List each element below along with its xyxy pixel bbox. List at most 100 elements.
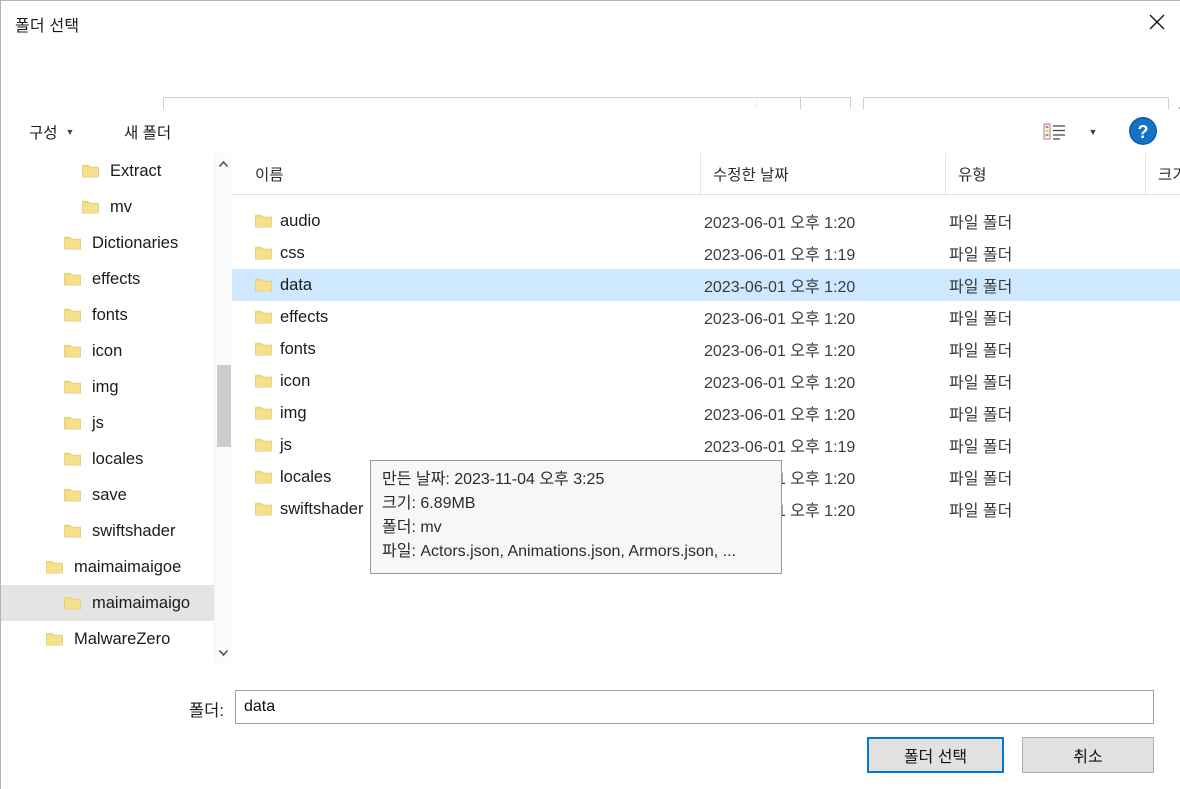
chevron-down-icon: ▼: [1088, 127, 1098, 137]
tree-item-label: MalwareZero: [74, 629, 171, 648]
tree-item-icon[interactable]: icon: [1, 333, 214, 369]
page-title: 폴더 선택: [15, 18, 80, 35]
table-row[interactable]: img 2023-06-01 오후 1:20 파일 폴더: [232, 397, 1180, 429]
command-toolbar: 구성 ▼ 새 폴더 ▼ ?: [1, 109, 1180, 153]
row-name: data: [280, 275, 313, 294]
tree-item-swiftshader[interactable]: swiftshader: [1, 513, 214, 549]
tree-item-fonts[interactable]: fonts: [1, 297, 214, 333]
tree-item-extract[interactable]: Extract: [1, 153, 214, 189]
tree-item-maimaimaigo[interactable]: maimaimaigo: [1, 585, 214, 621]
tree-item-dictionaries[interactable]: Dictionaries: [1, 225, 214, 261]
tree-item-effects[interactable]: effects: [1, 261, 214, 297]
row-type: 파일 폴더: [949, 375, 1013, 392]
folder-icon: [255, 406, 272, 420]
folder-icon: [255, 246, 272, 260]
table-row[interactable]: css 2023-06-01 오후 1:19 파일 폴더: [232, 237, 1180, 269]
row-type: 파일 폴더: [949, 279, 1013, 296]
tree-item-js[interactable]: js: [1, 405, 214, 441]
scrollbar-thumb[interactable]: [217, 365, 231, 447]
column-header-date[interactable]: 수정한 날짜: [700, 153, 945, 194]
tooltip-files-line: 파일: Actors.json, Animations.json, Armors…: [382, 543, 737, 560]
folder-icon-wrapper: [254, 341, 273, 357]
dialog-body: Extract mv Dictionaries effects fonts icon img…: [1, 153, 1180, 789]
organize-button[interactable]: 구성 ▼: [21, 117, 82, 147]
folder-icon-wrapper: [63, 343, 82, 359]
row-type: 파일 폴더: [949, 439, 1013, 456]
folder-icon: [255, 374, 272, 388]
chevron-down-icon: [218, 649, 229, 656]
folder-icon: [255, 470, 272, 484]
column-header-type[interactable]: 유형: [945, 153, 1145, 194]
folder-icon: [255, 310, 272, 324]
cancel-label: 취소: [1073, 749, 1103, 766]
scroll-up-button[interactable]: [215, 155, 232, 173]
file-list: 이름 ⌃ 수정한 날짜 유형 크기 audio 2023-06-01 오후 1:2…: [232, 153, 1180, 663]
folder-icon: [46, 632, 63, 646]
tree-item-img[interactable]: img: [1, 369, 214, 405]
table-row[interactable]: fonts 2023-06-01 오후 1:20 파일 폴더: [232, 333, 1180, 365]
folder-icon: [64, 308, 81, 322]
cancel-button[interactable]: 취소: [1022, 737, 1154, 773]
new-folder-button[interactable]: 새 폴더: [116, 117, 179, 147]
folder-icon: [64, 272, 81, 286]
folder-icon: [64, 452, 81, 466]
row-type: 파일 폴더: [949, 407, 1013, 424]
folder-picker-dialog: 폴더 선택 구성 ▼ 새 폴더 ▼ ? Extract mv Dictionar…: [0, 0, 1180, 789]
row-date-modified: 2023-06-01 오후 1:20: [704, 215, 856, 232]
row-name: icon: [280, 371, 311, 390]
tree-item-label: mv: [110, 197, 132, 216]
folder-icon: [64, 488, 81, 502]
new-folder-label: 새 폴더: [124, 125, 172, 142]
column-header-row: 이름 ⌃ 수정한 날짜 유형 크기: [232, 153, 1180, 195]
tooltip-folders-line: 폴더: mv: [382, 519, 442, 536]
tree-item-label: js: [92, 413, 104, 432]
folder-icon-wrapper: [45, 631, 64, 647]
tooltip-created-line: 만든 날짜: 2023-11-04 오후 3:25: [382, 471, 605, 488]
sort-ascending-icon: ⌃: [474, 153, 484, 161]
row-name: effects: [280, 307, 329, 326]
file-info-tooltip: 만든 날짜: 2023-11-04 오후 3:25 크기: 6.89MB 폴더:…: [370, 460, 782, 574]
scroll-down-button[interactable]: [215, 643, 232, 661]
view-mode-button[interactable]: [1035, 117, 1075, 147]
folder-icon-wrapper: [63, 415, 82, 431]
table-row[interactable]: effects 2023-06-01 오후 1:20 파일 폴더: [232, 301, 1180, 333]
tree-item-locales[interactable]: locales: [1, 441, 214, 477]
tree-vertical-scrollbar[interactable]: [214, 153, 231, 663]
folder-icon-wrapper: [81, 163, 100, 179]
folder-icon: [64, 344, 81, 358]
folder-icon-wrapper: [254, 405, 273, 421]
column-header-size[interactable]: 크기: [1145, 153, 1180, 194]
table-row[interactable]: audio 2023-06-01 오후 1:20 파일 폴더: [232, 205, 1180, 237]
folder-icon: [255, 342, 272, 356]
view-mode-dropdown-button[interactable]: ▼: [1081, 117, 1105, 147]
row-type: 파일 폴더: [949, 247, 1013, 264]
folder-icon-wrapper: [81, 199, 100, 215]
tree-item-label: Dictionaries: [92, 233, 179, 252]
row-date-modified: 2023-06-01 오후 1:20: [704, 375, 856, 392]
folder-name-input[interactable]: data: [235, 690, 1154, 724]
table-row[interactable]: icon 2023-06-01 오후 1:20 파일 폴더: [232, 365, 1180, 397]
tree-item-save[interactable]: save: [1, 477, 214, 513]
table-row[interactable]: js 2023-06-01 오후 1:19 파일 폴더: [232, 429, 1180, 461]
tree-item-label: locales: [92, 449, 144, 468]
table-row[interactable]: data 2023-06-01 오후 1:20 파일 폴더: [232, 269, 1180, 301]
folder-icon: [64, 596, 81, 610]
row-type: 파일 폴더: [949, 503, 1013, 520]
tree-item-malwarezero[interactable]: MalwareZero: [1, 621, 214, 657]
tree-item-label: effects: [92, 269, 141, 288]
help-button[interactable]: ?: [1127, 115, 1159, 147]
select-folder-button[interactable]: 폴더 선택: [867, 737, 1004, 773]
tree-item-mv[interactable]: mv: [1, 189, 214, 225]
close-button[interactable]: [1133, 1, 1180, 43]
folder-icon-wrapper: [63, 451, 82, 467]
tree-item-maimaimaigoe[interactable]: maimaimaigoe: [1, 549, 214, 585]
row-date-modified: 2023-06-01 오후 1:19: [704, 247, 856, 264]
folder-icon: [64, 380, 81, 394]
column-header-name[interactable]: 이름 ⌃: [250, 153, 700, 194]
row-name: locales: [280, 467, 332, 486]
folder-icon: [64, 524, 81, 538]
row-name: js: [280, 435, 292, 454]
folder-icon-wrapper: [254, 277, 273, 293]
row-name: img: [280, 403, 307, 422]
close-icon: [1149, 14, 1165, 30]
